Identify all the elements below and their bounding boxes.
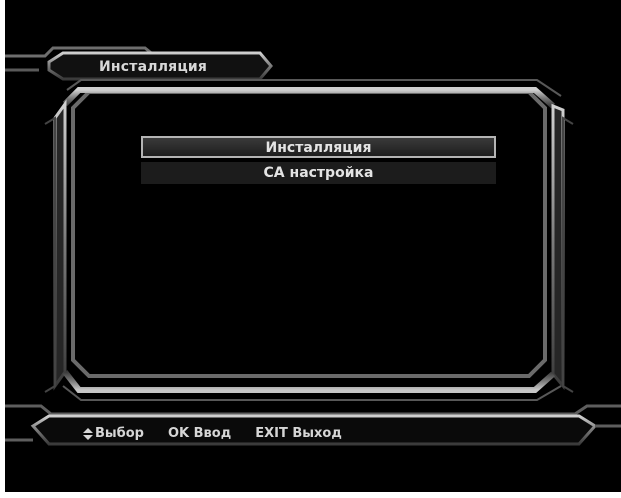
exit-hint-label: Выход (292, 426, 342, 441)
tv-screen: Инсталляция Инсталляция CA настройка Выб… (5, 0, 621, 492)
enter-hint-label: Ввод (193, 426, 232, 441)
menu-item-installation[interactable]: Инсталляция (141, 136, 496, 158)
osd-frame (5, 46, 621, 446)
main-panel (44, 79, 574, 401)
menu-item-ca-settings[interactable]: CA настройка (141, 162, 496, 184)
exit-key-label: EXIT (255, 426, 288, 441)
select-hint-label: Выбор (95, 426, 144, 441)
ok-key-label: OK (167, 426, 190, 441)
up-down-arrows-icon (83, 427, 93, 440)
page-title: Инсталляция (99, 59, 208, 75)
screenshot: Инсталляция Инсталляция CA настройка Выб… (0, 0, 621, 498)
footer-hints: Выбор OK Ввод EXIT Выход (83, 426, 342, 441)
